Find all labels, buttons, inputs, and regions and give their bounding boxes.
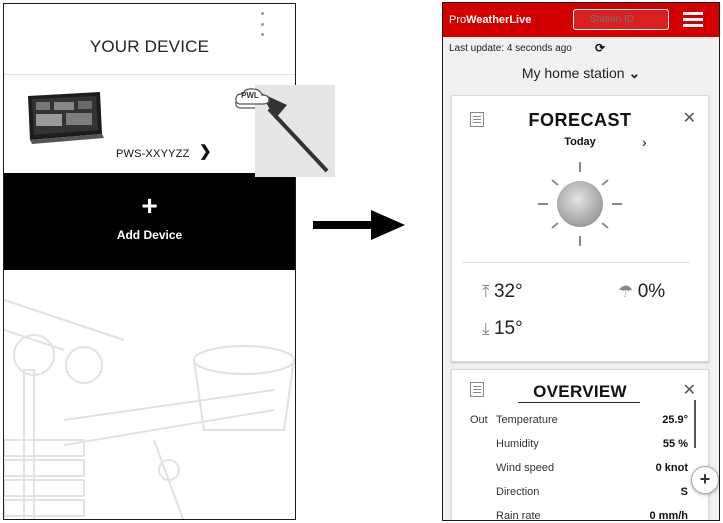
page-title: YOUR DEVICE bbox=[89, 37, 210, 56]
divider bbox=[462, 262, 690, 263]
refresh-icon[interactable]: ⟳ bbox=[595, 41, 605, 55]
forecast-card: ✕ FORECAST Today › ⤒ 32° ☂ 0% ⤓ 15° bbox=[451, 95, 709, 362]
last-update-text: Last update: 4 seconds ago bbox=[449, 43, 572, 54]
app-logo: ProWeatherLive bbox=[449, 14, 532, 26]
chevron-down-icon: ⌄ bbox=[628, 65, 641, 81]
weather-station-illustration bbox=[4, 299, 295, 519]
weather-station-display-icon bbox=[28, 92, 104, 144]
forecast-day: Today bbox=[564, 136, 596, 148]
forecast-title: FORECAST bbox=[528, 110, 632, 130]
transition-arrow-icon bbox=[313, 210, 405, 240]
station-selector[interactable]: My home station ⌄ bbox=[443, 65, 719, 82]
add-device-button[interactable]: + Add Device bbox=[4, 173, 295, 270]
umbrella-icon: ☂ bbox=[618, 282, 634, 301]
overflow-menu-icon[interactable] bbox=[259, 12, 265, 36]
table-row: Out Temperature 25.9° bbox=[470, 414, 688, 426]
sun-icon bbox=[538, 162, 622, 246]
add-widget-button[interactable]: + bbox=[691, 466, 719, 494]
hamburger-menu-icon[interactable] bbox=[683, 12, 703, 27]
table-row: Humidity 55 % bbox=[496, 438, 688, 450]
weather-app-screen: ProWeatherLive Last update: 4 seconds ag… bbox=[442, 2, 720, 521]
station-id-input[interactable] bbox=[573, 9, 669, 30]
next-day-button[interactable]: › bbox=[642, 134, 647, 150]
app-header: ProWeatherLive bbox=[443, 3, 719, 37]
plus-icon: + bbox=[141, 190, 158, 221]
low-temp: ⤓ 15° bbox=[482, 318, 523, 339]
title-underline bbox=[518, 402, 640, 403]
arrow-up-icon: ⤒ bbox=[482, 282, 490, 301]
pwl-badge-overlay-label: PWL bbox=[241, 91, 259, 100]
table-row: Wind speed 0 knot bbox=[496, 462, 688, 474]
chevron-right-icon[interactable]: ❯ bbox=[199, 142, 212, 160]
station-name: My home station bbox=[521, 65, 625, 81]
add-device-label: Add Device bbox=[116, 228, 183, 242]
high-temp: ⤒ 32° bbox=[482, 281, 523, 302]
arrow-down-icon: ⤓ bbox=[482, 319, 490, 338]
overview-title: OVERVIEW bbox=[533, 382, 627, 401]
device-name: PWS-XXYYZZ bbox=[116, 148, 190, 160]
pwl-cloud-overlay-icon: PWL bbox=[233, 86, 273, 113]
rain-chance: ☂ 0% bbox=[618, 281, 666, 302]
device-list-screen: YOUR DEVICE PWL PWS-XXYYZZ ❯ + Add Devic… bbox=[3, 3, 296, 520]
table-row: Rain rate 0 mm/h bbox=[496, 510, 688, 521]
table-row: Direction S bbox=[496, 486, 688, 498]
overview-card: ✕ OVERVIEW Out Temperature 25.9° Humidit… bbox=[451, 369, 709, 521]
